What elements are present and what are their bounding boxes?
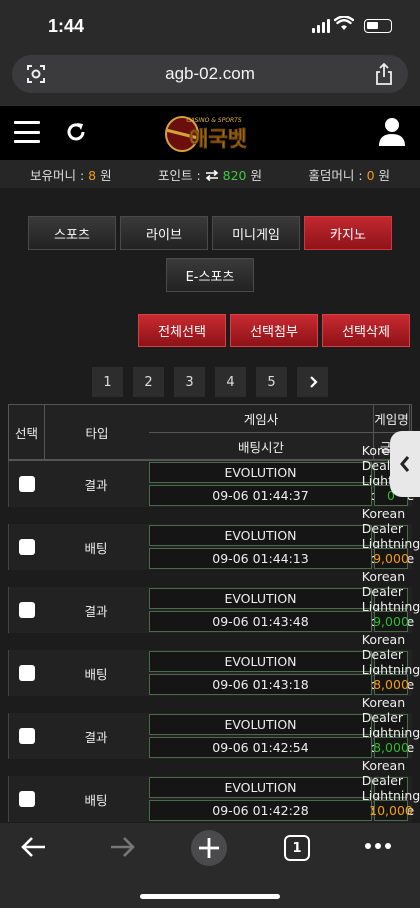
pagination: 1 2 3 4 5 xyxy=(0,367,420,397)
points-value: 820 xyxy=(222,167,247,183)
svg-text:CASINO & SPORTS: CASINO & SPORTS xyxy=(186,117,242,124)
row-provider: EVOLUTION xyxy=(149,651,372,672)
chevron-right-icon xyxy=(309,376,318,388)
row-time: 09-06 01:43:48 xyxy=(149,611,372,632)
row-amount: 9,000 xyxy=(373,611,409,632)
home-indicator xyxy=(140,894,280,899)
row-amount: 10,000 xyxy=(369,800,413,821)
row-type: 결과 xyxy=(84,477,108,493)
side-panel-toggle[interactable] xyxy=(390,431,420,497)
share-icon[interactable] xyxy=(374,63,394,85)
row-game: Korean Dealer Lightning Roulette xyxy=(361,694,420,755)
row-time: 09-06 01:43:18 xyxy=(149,674,372,695)
row-game: Korean Dealer Lightning Roulette xyxy=(361,631,420,692)
holdem-money: 홀덤머니 : 0 원 xyxy=(308,167,390,183)
header-select: 선택 xyxy=(9,405,45,460)
browser-bottom-toolbar: 1 xyxy=(0,823,420,908)
row-type: 배팅 xyxy=(84,792,108,808)
browser-toolbar: agb-02.com xyxy=(0,50,420,106)
header-time: 배팅시간 xyxy=(149,433,374,460)
chevron-left-icon xyxy=(400,456,410,472)
table-header: 선택 게임사 게임명 타입 배팅시간 금액 xyxy=(8,404,412,461)
table-row: EVOLUTION Korean Dealer Lightning Roulet… xyxy=(8,505,420,570)
url-text: agb-02.com xyxy=(165,64,255,83)
table-row: EVOLUTION Korean Dealer Lightning Roulet… xyxy=(8,568,420,633)
page-1[interactable]: 1 xyxy=(92,367,123,397)
tab-minigame[interactable]: 미니게임 xyxy=(212,216,300,250)
next-page-button[interactable] xyxy=(297,367,328,397)
back-arrow-icon[interactable] xyxy=(20,833,48,861)
holdem-money-value: 0 xyxy=(366,167,375,183)
site-logo[interactable]: CASINO & SPORTS 애국벳 xyxy=(158,110,268,156)
header-provider: 게임사 xyxy=(149,405,374,433)
refresh-icon[interactable] xyxy=(64,120,88,144)
row-amount: 8,000 xyxy=(373,737,409,758)
row-type: 결과 xyxy=(84,729,108,745)
row-time: 09-06 01:42:28 xyxy=(149,800,372,821)
row-time: 09-06 01:44:13 xyxy=(149,548,372,569)
new-tab-icon[interactable] xyxy=(190,829,228,867)
row-time: 09-06 01:44:37 xyxy=(149,485,372,506)
row-game: Korean Dealer Lightning Roulette xyxy=(361,505,420,566)
tab-esports[interactable]: E-스포츠 xyxy=(166,258,254,292)
holding-money: 보유머니 : 8 원 xyxy=(30,167,112,183)
delete-selected-button[interactable]: 선택삭제 xyxy=(322,314,410,347)
row-type: 배팅 xyxy=(84,540,108,556)
wifi-icon xyxy=(334,16,354,30)
row-provider: EVOLUTION xyxy=(149,525,372,546)
table-row: EVOLUTION Korean Dealer Lightning Roulet… xyxy=(8,631,420,696)
row-amount: 9,000 xyxy=(373,548,409,569)
tab-casino[interactable]: 카지노 xyxy=(304,216,392,250)
action-buttons: 전체선택 선택첨부 선택삭제 xyxy=(0,314,420,347)
row-type: 배팅 xyxy=(84,666,108,682)
status-time: 1:44 xyxy=(48,16,85,36)
battery-icon xyxy=(364,19,392,33)
page-settings-icon[interactable] xyxy=(26,64,46,84)
page-2[interactable]: 2 xyxy=(133,367,164,397)
exchange-icon[interactable] xyxy=(205,169,219,181)
row-type: 결과 xyxy=(84,603,108,619)
points: 포인트 : 820 원 xyxy=(158,167,262,183)
address-bar[interactable]: agb-02.com xyxy=(12,55,408,93)
row-game: Korean Dealer Lightning Roulette xyxy=(361,757,420,818)
attach-selected-button[interactable]: 선택첨부 xyxy=(230,314,318,347)
status-bar: 1:44 xyxy=(0,0,420,50)
svg-text:애국벳: 애국벳 xyxy=(189,127,247,151)
row-provider: EVOLUTION xyxy=(149,462,372,483)
row-checkbox[interactable] xyxy=(8,650,44,696)
row-time: 09-06 01:42:54 xyxy=(149,737,372,758)
row-checkbox[interactable] xyxy=(8,776,44,822)
row-checkbox[interactable] xyxy=(8,587,44,633)
table-row: EVOLUTION Korean Dealer Lightning Roulet… xyxy=(8,443,420,507)
row-provider: EVOLUTION xyxy=(149,714,372,735)
game-category-tabs: 스포츠 라이브 미니게임 카지노 E-스포츠 xyxy=(0,216,420,292)
row-checkbox[interactable] xyxy=(8,524,44,570)
page-4[interactable]: 4 xyxy=(215,367,246,397)
row-provider: EVOLUTION xyxy=(149,777,372,798)
header-type: 타입 xyxy=(45,405,149,460)
user-icon[interactable] xyxy=(378,117,406,147)
row-provider: EVOLUTION xyxy=(149,588,372,609)
site-header: CASINO & SPORTS 애국벳 xyxy=(0,106,420,160)
header-game: 게임명 xyxy=(374,405,410,433)
row-checkbox[interactable] xyxy=(8,461,44,507)
tab-switcher-button[interactable]: 1 xyxy=(284,835,310,861)
row-checkbox[interactable] xyxy=(8,713,44,759)
tab-live[interactable]: 라이브 xyxy=(120,216,208,250)
table-row: EVOLUTION Korean Dealer Lightning Roulet… xyxy=(8,757,420,822)
table-row: EVOLUTION Korean Dealer Lightning Roulet… xyxy=(8,694,420,759)
signal-icon xyxy=(312,19,330,33)
page-5[interactable]: 5 xyxy=(256,367,287,397)
forward-arrow-icon[interactable] xyxy=(108,833,136,861)
select-all-button[interactable]: 전체선택 xyxy=(138,314,226,347)
tab-sports[interactable]: 스포츠 xyxy=(28,216,116,250)
balance-bar: 보유머니 : 8 원 포인트 : 820 원 홀덤머니 : 0 원 xyxy=(0,160,420,188)
page-3[interactable]: 3 xyxy=(174,367,205,397)
more-options-icon[interactable] xyxy=(364,841,392,851)
row-amount: 8,000 xyxy=(373,674,409,695)
row-game: Korean Dealer Lightning Roulette xyxy=(361,568,420,629)
bet-history-table: 선택 게임사 게임명 타입 배팅시간 금액 EVOLUTION Korean D… xyxy=(0,404,420,822)
hamburger-menu-icon[interactable] xyxy=(14,121,40,143)
holding-money-value: 8 xyxy=(88,167,97,183)
